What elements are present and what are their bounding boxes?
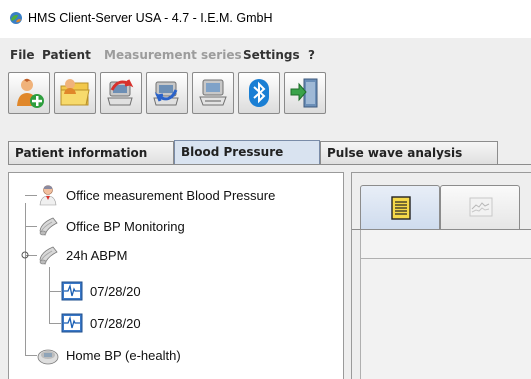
- doctor-icon: [37, 184, 59, 206]
- program-device-icon: [153, 81, 179, 106]
- tree-item-home-bp[interactable]: Home BP (e-health): [37, 344, 181, 366]
- main-tabs: Patient information Blood Pressure Pulse…: [8, 140, 531, 165]
- tree-item-office-bp-monitoring[interactable]: Office BP Monitoring: [37, 215, 185, 237]
- bp-monitor-icon: [37, 215, 59, 237]
- window-title: HMS Client-Server USA - 4.7 - I.E.M. Gmb…: [28, 11, 273, 25]
- content-inner-panel: [361, 258, 531, 379]
- menu-measurement-series[interactable]: Measurement series: [104, 48, 242, 62]
- new-patient-button[interactable]: [8, 72, 50, 114]
- tree-item-24h-abpm[interactable]: 24h ABPM: [37, 244, 127, 266]
- tree-branch-line: [25, 195, 37, 196]
- bluetooth-icon: [249, 79, 269, 107]
- tree-item-abpm-record-2[interactable]: 07/28/20: [61, 312, 141, 334]
- notepad-icon: [391, 196, 411, 220]
- read-device-button[interactable]: [100, 72, 142, 114]
- exit-button[interactable]: [284, 72, 326, 114]
- menu-settings[interactable]: Settings: [243, 48, 300, 62]
- tree-item-label: 24h ABPM: [66, 247, 128, 263]
- tree-item-label: 07/28/20: [90, 283, 141, 299]
- tree-item-label: Office BP Monitoring: [66, 218, 185, 234]
- tree-item-label: Office measurement Blood Pressure: [66, 187, 276, 203]
- tree-item-abpm-record-1[interactable]: 07/28/20: [61, 280, 141, 302]
- pulse-chart-icon: [61, 280, 83, 302]
- chart-thumbnail-icon: [469, 197, 493, 217]
- tab-blood-pressure[interactable]: Blood Pressure: [174, 140, 320, 165]
- tree-branch-line: [49, 291, 61, 292]
- exit-door-icon: [290, 78, 318, 108]
- pulse-chart-icon: [61, 312, 83, 334]
- tab-pulse-wave-analysis[interactable]: Pulse wave analysis: [320, 141, 498, 165]
- open-patient-button[interactable]: [54, 72, 96, 114]
- menu-bar: File Patient Measurement series Settings…: [0, 43, 531, 65]
- menu-help[interactable]: ?: [308, 48, 315, 62]
- bluetooth-button[interactable]: [238, 72, 280, 114]
- tree-branch-line: [49, 323, 61, 324]
- read-device-icon: [107, 79, 134, 106]
- new-patient-icon: [17, 78, 44, 108]
- bp-monitor-icon: [37, 244, 59, 266]
- device-computer-icon: [199, 79, 227, 106]
- tree-item-office-measurement[interactable]: Office measurement Blood Pressure: [37, 184, 275, 206]
- tree-item-label: 07/28/20: [90, 315, 141, 331]
- tree-child-line: [49, 267, 50, 324]
- tree-item-label: Home BP (e-health): [66, 347, 181, 363]
- subtab-content-area: [360, 230, 531, 379]
- menu-file[interactable]: File: [10, 48, 35, 62]
- tree-branch-line: [25, 355, 37, 356]
- subtab-notes[interactable]: [360, 185, 440, 229]
- window-title-bar: HMS Client-Server USA - 4.7 - I.E.M. Gmb…: [0, 0, 531, 38]
- program-device-button[interactable]: [146, 72, 188, 114]
- measurement-tree: Office measurement Blood Pressure Office…: [8, 172, 344, 379]
- open-patient-folder-icon: [60, 79, 90, 106]
- globe-leaf-icon: [10, 12, 22, 24]
- detail-panel: [351, 172, 531, 379]
- subtab-chart[interactable]: [440, 185, 520, 229]
- tab-patient-information[interactable]: Patient information: [8, 141, 174, 165]
- menu-patient[interactable]: Patient: [42, 48, 91, 62]
- home-device-icon: [37, 344, 59, 366]
- device-computer-button[interactable]: [192, 72, 234, 114]
- tree-branch-line: [25, 226, 37, 227]
- tab-divider: [8, 164, 531, 165]
- expand-toggle-icon[interactable]: [21, 251, 29, 259]
